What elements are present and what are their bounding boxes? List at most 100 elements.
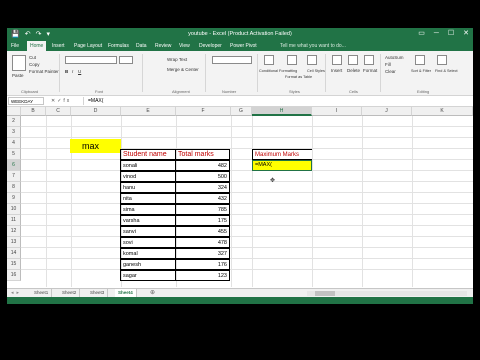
horizontal-scrollbar[interactable] [307, 291, 467, 296]
row-header[interactable]: 16 [7, 270, 21, 281]
cell-student-name[interactable]: komal [120, 248, 176, 259]
cell-student-name[interactable]: vinod [120, 171, 176, 182]
tell-me-box[interactable]: Tell me what you want to do... [280, 41, 346, 51]
cut-button[interactable]: Cut [29, 55, 36, 61]
number-format-select[interactable] [212, 56, 252, 64]
formula-icons[interactable]: ✕✓fx [51, 96, 71, 106]
tab-insert[interactable]: Insert [52, 41, 65, 51]
cell-student-name[interactable]: sagar [120, 270, 176, 281]
column-header[interactable]: G [231, 107, 252, 116]
formula-input[interactable]: =MAX( [83, 97, 472, 105]
underline-icon[interactable]: U [78, 69, 81, 75]
paste-icon[interactable] [12, 55, 26, 71]
format-cells-icon[interactable] [364, 55, 374, 65]
sort-filter-icon[interactable] [415, 55, 425, 65]
find-select-button[interactable]: Find & Select [435, 68, 458, 74]
cell-student-name[interactable]: sima [120, 204, 176, 215]
row-header[interactable]: 12 [7, 226, 21, 237]
cell-student-name[interactable]: sanvi [120, 226, 176, 237]
column-header[interactable]: J [362, 107, 412, 116]
delete-cells-icon[interactable] [348, 55, 358, 65]
font-name-select[interactable] [65, 56, 117, 64]
header-maximum-marks[interactable]: Maximum Marks [252, 149, 312, 160]
tab-view[interactable]: View [179, 41, 190, 51]
row-header-selected[interactable]: 6 [7, 160, 21, 171]
column-header[interactable]: B [21, 107, 46, 116]
row-header[interactable]: 5 [7, 149, 21, 160]
sheet-tab[interactable]: Sheet2 [59, 289, 81, 297]
tab-data[interactable]: Data [136, 41, 147, 51]
column-header[interactable]: D [71, 107, 121, 116]
maximize-icon[interactable]: ☐ [448, 29, 454, 39]
conditional-formatting-icon[interactable] [264, 55, 274, 65]
cell-student-name[interactable]: varsha [120, 215, 176, 226]
bold-icon[interactable]: B [65, 69, 68, 75]
name-box[interactable]: WEEKDAY [8, 97, 44, 105]
row-header[interactable]: 9 [7, 193, 21, 204]
column-header[interactable]: C [46, 107, 71, 116]
cell-total-marks[interactable]: 785 [175, 204, 230, 215]
cell-student-name[interactable]: sonali [120, 160, 176, 171]
sort-filter-button[interactable]: Sort & Filter [411, 68, 431, 74]
minimize-icon[interactable]: ─ [434, 29, 439, 39]
row-header[interactable]: 3 [7, 127, 21, 138]
delete-button[interactable]: Delete [347, 68, 360, 74]
autosum-button[interactable]: AutoSum [385, 55, 404, 61]
cell-total-marks[interactable]: 500 [175, 171, 230, 182]
tab-formulas[interactable]: Formulas [108, 41, 129, 51]
cell-total-marks[interactable]: 432 [175, 193, 230, 204]
header-student-name[interactable]: Student name [120, 149, 176, 160]
tab-power-pivot[interactable]: Power Pivot [230, 41, 257, 51]
row-header[interactable]: 7 [7, 171, 21, 182]
close-icon[interactable]: ✕ [463, 29, 469, 39]
column-header-selected[interactable]: H [252, 107, 312, 116]
row-header[interactable]: 4 [7, 138, 21, 149]
fill-button[interactable]: Fill [385, 62, 391, 68]
find-select-icon[interactable] [437, 55, 447, 65]
row-header[interactable]: 8 [7, 182, 21, 193]
format-painter-button[interactable]: Format Painter [29, 69, 59, 75]
copy-button[interactable]: Copy [29, 62, 40, 68]
font-size-select[interactable] [119, 56, 133, 64]
row-header[interactable]: 15 [7, 259, 21, 270]
tab-developer[interactable]: Developer [199, 41, 222, 51]
row-header[interactable]: 14 [7, 248, 21, 259]
cell-student-name[interactable]: nita [120, 193, 176, 204]
column-header[interactable]: F [176, 107, 231, 116]
wrap-text-button[interactable]: Wrap Text [167, 57, 187, 63]
add-sheet-icon[interactable]: ⊕ [150, 289, 155, 297]
tab-review[interactable]: Review [155, 41, 171, 51]
row-header[interactable]: 13 [7, 237, 21, 248]
cell-total-marks[interactable]: 324 [175, 182, 230, 193]
scrollbar-thumb[interactable] [315, 291, 335, 296]
cell-total-marks[interactable]: 175 [175, 215, 230, 226]
merge-center-button[interactable]: Merge & Center [167, 67, 199, 73]
select-all-corner[interactable] [7, 107, 21, 116]
column-header[interactable]: I [312, 107, 362, 116]
cell-styles-icon[interactable] [307, 55, 317, 65]
cell-total-marks[interactable]: 455 [175, 226, 230, 237]
cell-total-marks[interactable]: 327 [175, 248, 230, 259]
cell-total-marks[interactable]: 176 [175, 259, 230, 270]
header-total-marks[interactable]: Total marks [175, 149, 230, 160]
format-as-table-button[interactable]: Format as Table [285, 74, 312, 80]
cell-total-marks[interactable]: 123 [175, 270, 230, 281]
sheet-tab[interactable]: Sheet1 [31, 289, 53, 297]
cell-total-marks[interactable]: 482 [175, 160, 230, 171]
worksheet-grid[interactable]: B C D E F G H I J K 2 3 4 5 6 7 8 9 10 1… [7, 107, 473, 287]
cell-total-marks[interactable]: 478 [175, 237, 230, 248]
active-cell[interactable]: =MAX( [252, 160, 312, 171]
insert-button[interactable]: Insert [331, 68, 342, 74]
insert-cells-icon[interactable] [332, 55, 342, 65]
row-header[interactable]: 2 [7, 116, 21, 127]
row-header[interactable]: 11 [7, 215, 21, 226]
ribbon-display-icon[interactable]: ▭ [418, 29, 425, 39]
column-header[interactable]: K [412, 107, 473, 116]
tab-file[interactable]: File [11, 41, 19, 51]
clear-button[interactable]: Clear [385, 69, 396, 75]
paste-button[interactable]: Paste [12, 73, 24, 79]
cell-styles-button[interactable]: Cell Styles [307, 68, 325, 74]
sheet-tab[interactable]: Sheet3 [87, 289, 109, 297]
cell-student-name[interactable]: sovi [120, 237, 176, 248]
format-as-table-icon[interactable] [287, 55, 297, 65]
